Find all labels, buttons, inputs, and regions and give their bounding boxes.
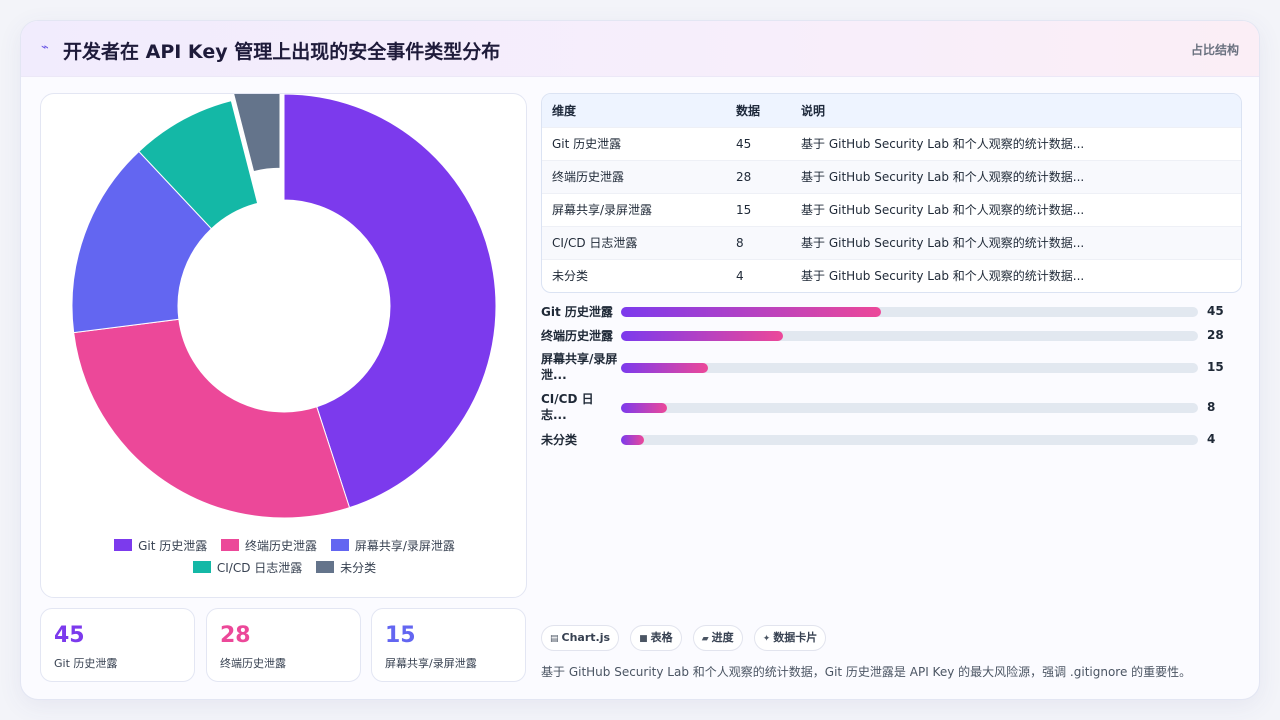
progress-fill <box>621 403 668 413</box>
table-cell: 未分类 <box>542 258 726 292</box>
legend-item-cicd[interactable]: CI/CD 日志泄露 <box>192 560 303 576</box>
slice-terminal[interactable] <box>73 318 351 519</box>
table-row: 未分类 4 基于 GitHub Security Lab 和个人观察的统计数据.… <box>542 258 1241 292</box>
chart-card: ⌁ 开发者在 API Key 管理上出现的安全事件类型分布 占比结构 Git 历… <box>20 20 1260 700</box>
table-cell: 基于 GitHub Security Lab 和个人观察的统计数据... <box>791 225 1241 259</box>
feature-chips: ▤ Chart.js ■ 表格 ▰ 进度 ✦ 数据卡片 <box>541 625 832 651</box>
legend-label: 终端历史泄露 <box>245 539 318 553</box>
legend-label: 屏幕共享/录屏泄露 <box>354 539 455 553</box>
progress-value: 8 <box>1207 400 1216 414</box>
chart-legend: Git 历史泄露 终端历史泄露 屏幕共享/录屏泄露 CI/CD 日志泄露 未分类 <box>41 538 528 582</box>
card-header: ⌁ 开发者在 API Key 管理上出现的安全事件类型分布 占比结构 <box>21 21 1259 77</box>
sparkle-icon: ✦ <box>762 634 771 644</box>
progress-track <box>621 307 1198 317</box>
stat-label: 屏幕共享/录屏泄露 <box>385 657 477 670</box>
table-cell: 28 <box>726 159 791 193</box>
table-cell: 基于 GitHub Security Lab 和个人观察的统计数据... <box>791 159 1241 193</box>
table-row: 屏幕共享/录屏泄露 15 基于 GitHub Security Lab 和个人观… <box>542 192 1241 226</box>
legend-swatch <box>316 561 335 573</box>
progress-icon: ▰ <box>701 634 709 644</box>
table-cell: 基于 GitHub Security Lab 和个人观察的统计数据... <box>791 192 1241 226</box>
table-cell: 基于 GitHub Security Lab 和个人观察的统计数据... <box>791 258 1241 292</box>
chip-chartjs[interactable]: ▤ Chart.js <box>541 625 620 651</box>
chip-label: 表格 <box>650 631 673 644</box>
legend-label: 未分类 <box>340 561 377 575</box>
table-cell: 4 <box>726 258 791 292</box>
chart-type-tag: 占比结构 <box>1190 43 1239 57</box>
legend-label: Git 历史泄露 <box>138 539 208 553</box>
column-header-description: 说明 <box>791 94 1241 127</box>
chip-data-card[interactable]: ✦ 数据卡片 <box>753 625 827 651</box>
legend-item-screen[interactable]: 屏幕共享/录屏泄露 <box>330 538 455 554</box>
progress-fill <box>621 435 645 445</box>
sparkline-icon: ⌁ <box>41 40 49 55</box>
stat-label: Git 历史泄露 <box>54 657 118 670</box>
stat-value: 15 <box>385 623 416 648</box>
footnote: 基于 GitHub Security Lab 和个人观察的统计数据，Git 历史… <box>541 665 1192 679</box>
progress-value: 28 <box>1207 328 1224 342</box>
table-cell: 终端历史泄露 <box>542 159 726 193</box>
legend-swatch <box>114 539 133 551</box>
table-header-row: 维度 数据 说明 <box>542 94 1241 127</box>
legend-item-other[interactable]: 未分类 <box>316 560 376 576</box>
progress-label: 未分类 <box>541 433 578 447</box>
progress-track <box>621 403 1198 413</box>
table-cell: 基于 GitHub Security Lab 和个人观察的统计数据... <box>791 126 1241 160</box>
column-header-dimension: 维度 <box>542 94 726 127</box>
table-cell: CI/CD 日志泄露 <box>542 225 726 259</box>
table-cell: 8 <box>726 225 791 259</box>
progress-track <box>621 435 1198 445</box>
data-table: 维度 数据 说明 Git 历史泄露 45 基于 GitHub Security … <box>541 93 1242 293</box>
progress-label: CI/CD 日志... <box>541 392 594 422</box>
table-row: 终端历史泄露 28 基于 GitHub Security Lab 和个人观察的统… <box>542 159 1241 193</box>
progress-track <box>621 363 1198 373</box>
donut-chart <box>71 94 497 519</box>
page-title: 开发者在 API Key 管理上出现的安全事件类型分布 <box>63 41 501 63</box>
stat-value: 28 <box>220 623 251 648</box>
progress-label: 终端历史泄露 <box>541 329 614 343</box>
chart-icon: ▤ <box>550 634 559 644</box>
table-cell: 屏幕共享/录屏泄露 <box>542 192 726 226</box>
stat-label: 终端历史泄露 <box>220 657 286 670</box>
progress-fill <box>621 363 708 373</box>
progress-label: 屏幕共享/录屏泄... <box>541 352 618 382</box>
progress-label: Git 历史泄露 <box>541 305 613 319</box>
table-cell: 45 <box>726 126 791 160</box>
chip-label: Chart.js <box>561 631 611 644</box>
progress-value: 4 <box>1207 432 1216 446</box>
chip-progress[interactable]: ▰ 进度 <box>692 625 743 651</box>
stat-card-git: 45 Git 历史泄露 <box>40 608 195 682</box>
table-row: Git 历史泄露 45 基于 GitHub Security Lab 和个人观察… <box>542 126 1241 160</box>
table-cell: Git 历史泄露 <box>542 126 726 160</box>
donut-chart-panel: Git 历史泄露 终端历史泄露 屏幕共享/录屏泄露 CI/CD 日志泄露 未分类 <box>40 93 527 598</box>
legend-swatch <box>221 539 240 551</box>
progress-track <box>621 331 1198 341</box>
stat-card-screen: 15 屏幕共享/录屏泄露 <box>371 608 526 682</box>
legend-swatch <box>330 539 349 551</box>
table-icon: ■ <box>639 634 648 644</box>
legend-swatch <box>192 561 211 573</box>
legend-item-git[interactable]: Git 历史泄露 <box>114 538 207 554</box>
column-header-value: 数据 <box>726 94 791 127</box>
progress-value: 45 <box>1207 304 1224 318</box>
legend-item-terminal[interactable]: 终端历史泄露 <box>221 538 317 554</box>
chip-table[interactable]: ■ 表格 <box>630 625 682 651</box>
legend-label: CI/CD 日志泄露 <box>216 561 303 575</box>
progress-fill <box>621 331 783 341</box>
table-row: CI/CD 日志泄露 8 基于 GitHub Security Lab 和个人观… <box>542 225 1241 259</box>
progress-fill <box>621 307 881 317</box>
chip-label: 数据卡片 <box>773 631 818 644</box>
chip-label: 进度 <box>711 631 734 644</box>
progress-value: 15 <box>1207 360 1224 374</box>
stat-value: 45 <box>54 623 85 648</box>
table-cell: 15 <box>726 192 791 226</box>
stat-card-terminal: 28 终端历史泄露 <box>206 608 361 682</box>
